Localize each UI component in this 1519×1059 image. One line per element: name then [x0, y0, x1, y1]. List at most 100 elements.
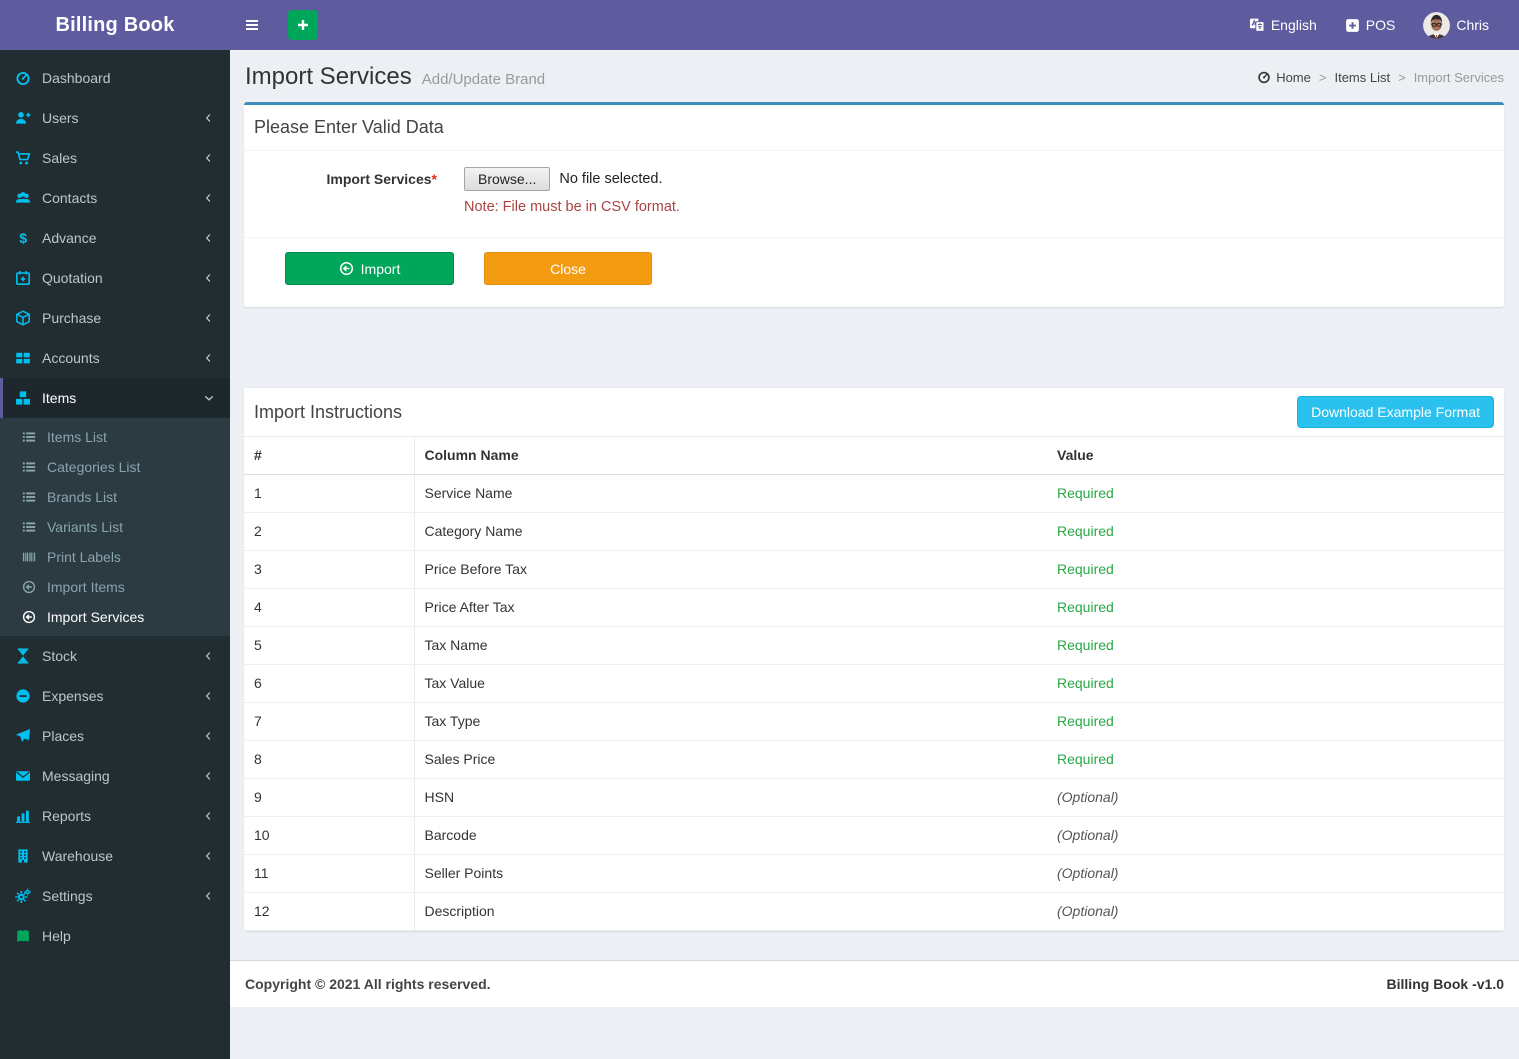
breadcrumb-home[interactable]: Home — [1257, 70, 1311, 85]
instructions-title: Import Instructions — [254, 402, 402, 423]
chevron-left-icon — [203, 730, 215, 742]
sidebar-item-label: Users — [42, 110, 79, 126]
sidebar-item-warehouse[interactable]: Warehouse — [0, 836, 230, 876]
table-row: 3 Price Before Tax Required — [244, 551, 1504, 589]
table-row: 5 Tax Name Required — [244, 627, 1504, 665]
column-name-cell: Tax Name — [414, 627, 1047, 665]
copyright-text: Copyright © 2021 All rights reserved. — [245, 976, 491, 992]
sidebar-item-label: Purchase — [42, 310, 101, 326]
sidebar-item-settings[interactable]: Settings — [0, 876, 230, 916]
sidebar: Dashboard Users Sales Contacts $ Advance — [0, 50, 230, 1059]
sidebar-item-expenses[interactable]: Expenses — [0, 676, 230, 716]
browse-button[interactable]: Browse... — [464, 167, 550, 191]
sidebar-item-quotation[interactable]: Quotation — [0, 258, 230, 298]
plus-square-icon — [1345, 18, 1360, 33]
sidebar-subitem-brands-list[interactable]: Brands List — [0, 482, 230, 512]
sidebar-subitem-label: Categories List — [47, 459, 140, 475]
sidebar-subitem-variants-list[interactable]: Variants List — [0, 512, 230, 542]
value-cell: Required — [1047, 475, 1504, 513]
user-name: Chris — [1456, 17, 1489, 33]
chevron-left-icon — [203, 890, 215, 902]
row-number-cell: 12 — [244, 893, 414, 931]
column-header-value: Value — [1047, 437, 1504, 475]
csv-format-note: Note: File must be in CSV format. — [464, 199, 680, 215]
user-menu[interactable]: Chris — [1409, 0, 1503, 50]
sidebar-subitem-label: Import Items — [47, 579, 125, 595]
bar-chart-icon — [15, 808, 32, 824]
chevron-left-icon — [203, 312, 215, 324]
sidebar-item-label: Reports — [42, 808, 91, 824]
content-header: Import Services Add/Update Brand Home > … — [230, 50, 1519, 102]
table-row: 10 Barcode (Optional) — [244, 817, 1504, 855]
sidebar-item-advance[interactable]: $ Advance — [0, 218, 230, 258]
svg-text:$: $ — [19, 230, 27, 246]
sidebar-item-stock[interactable]: Stock — [0, 636, 230, 676]
sidebar-item-messaging[interactable]: Messaging — [0, 756, 230, 796]
sidebar-subitem-print-labels[interactable]: Print Labels — [0, 542, 230, 572]
sidebar-item-label: Warehouse — [42, 848, 113, 864]
chevron-left-icon — [203, 690, 215, 702]
close-button[interactable]: Close — [484, 252, 652, 285]
avatar — [1423, 12, 1450, 39]
sidebar-subitem-label: Import Services — [47, 609, 144, 625]
file-status-text: No file selected. — [559, 171, 662, 187]
cart-icon — [15, 150, 32, 166]
top-nav: English POS — [230, 0, 1519, 50]
chevron-left-icon — [203, 850, 215, 862]
sidebar-item-users[interactable]: Users — [0, 98, 230, 138]
sidebar-item-label: Expenses — [42, 688, 103, 704]
sidebar-item-purchase[interactable]: Purchase — [0, 298, 230, 338]
hamburger-icon — [243, 17, 261, 33]
sidebar-item-dashboard[interactable]: Dashboard — [0, 58, 230, 98]
sidebar-subitem-import-services[interactable]: Import Services — [0, 602, 230, 632]
language-menu[interactable]: English — [1235, 0, 1331, 50]
instructions-table-body: 1 Service Name Required 2 Category Name … — [244, 475, 1504, 931]
column-header-name: Column Name — [414, 437, 1047, 475]
import-button[interactable]: Import — [285, 252, 454, 285]
sidebar-subitem-items-list[interactable]: Items List — [0, 422, 230, 452]
column-name-cell: Seller Points — [414, 855, 1047, 893]
list-icon — [22, 430, 37, 444]
breadcrumb: Home > Items List > Import Services — [1257, 70, 1504, 85]
chevron-left-icon — [203, 650, 215, 662]
sidebar-subitem-categories-list[interactable]: Categories List — [0, 452, 230, 482]
sidebar-toggle-button[interactable] — [230, 0, 274, 50]
quick-add-button[interactable] — [288, 10, 318, 40]
breadcrumb-items-list[interactable]: Items List — [1334, 70, 1390, 85]
breadcrumb-current: Import Services — [1414, 70, 1504, 85]
sidebar-subitem-label: Print Labels — [47, 549, 121, 565]
upload-card: Please Enter Valid Data Import Services*… — [244, 102, 1504, 307]
sidebar-item-sales[interactable]: Sales — [0, 138, 230, 178]
download-example-button[interactable]: Download Example Format — [1297, 396, 1494, 428]
column-name-cell: Price Before Tax — [414, 551, 1047, 589]
sidebar-item-contacts[interactable]: Contacts — [0, 178, 230, 218]
row-number-cell: 4 — [244, 589, 414, 627]
dollar-icon: $ — [15, 230, 32, 246]
row-number-cell: 8 — [244, 741, 414, 779]
sidebar-item-accounts[interactable]: Accounts — [0, 338, 230, 378]
app-version: Billing Book -v1.0 — [1387, 976, 1504, 992]
main-footer: Copyright © 2021 All rights reserved. Bi… — [230, 960, 1519, 1007]
pos-menu[interactable]: POS — [1331, 0, 1410, 50]
user-plus-icon — [15, 110, 32, 126]
app-logo[interactable]: Billing Book — [0, 0, 230, 50]
sidebar-item-reports[interactable]: Reports — [0, 796, 230, 836]
chevron-left-icon — [203, 152, 215, 164]
sidebar-item-items[interactable]: Items — [0, 378, 230, 418]
breadcrumb-separator: > — [1398, 70, 1406, 85]
chevron-left-icon — [203, 192, 215, 204]
sidebar-item-help[interactable]: Help — [0, 916, 230, 956]
sidebar-item-label: Messaging — [42, 768, 110, 784]
chevron-left-icon — [203, 810, 215, 822]
barcode-icon — [22, 550, 37, 564]
sidebar-item-places[interactable]: Places — [0, 716, 230, 756]
row-number-cell: 6 — [244, 665, 414, 703]
column-name-cell: Sales Price — [414, 741, 1047, 779]
list-icon — [22, 520, 37, 534]
chevron-left-icon — [203, 232, 215, 244]
chevron-left-icon — [203, 352, 215, 364]
content-wrapper: Import Services Add/Update Brand Home > … — [230, 0, 1519, 960]
sidebar-subitem-import-items[interactable]: Import Items — [0, 572, 230, 602]
sidebar-item-label: Places — [42, 728, 84, 744]
sidebar-item-label: Contacts — [42, 190, 97, 206]
